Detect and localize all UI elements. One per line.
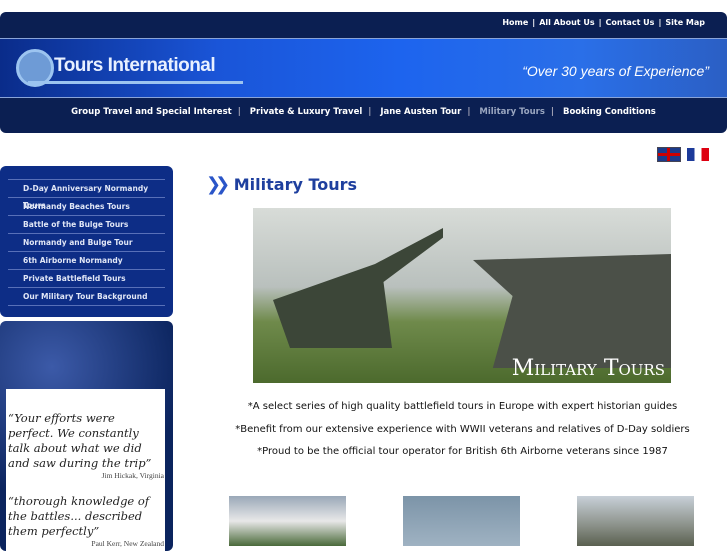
sidebar-item-private-battlefield[interactable]: Private Battlefield Tours <box>8 270 165 288</box>
testimonials-panel: “Your efforts were perfect. We constantl… <box>0 321 173 559</box>
sidebar-item-dday[interactable]: D-Day Anniversary Normandy Tours <box>8 180 165 210</box>
logo[interactable]: Tours International <box>16 49 243 87</box>
nav-booking-conditions[interactable]: Booking Conditions <box>563 107 656 117</box>
hero-caption: Military Tours <box>511 356 665 381</box>
hero-image: Military Tours <box>253 208 671 383</box>
sidebar-item-background[interactable]: Our Military Tour Background <box>8 288 165 306</box>
feature-list: *A select series of high quality battlef… <box>200 396 725 464</box>
feature-item: *A select series of high quality battlef… <box>247 401 678 412</box>
feature-item: *Benefit from our extensive experience w… <box>235 423 690 435</box>
logo-text: Tours International <box>54 55 216 76</box>
link-sitemap[interactable]: Site Map <box>665 18 705 27</box>
feature-item: *Proud to be the official tour operator … <box>257 446 668 457</box>
testimonials: “Your efforts were perfect. We constantl… <box>6 389 165 559</box>
uk-flag-icon[interactable] <box>657 147 681 162</box>
tank-image <box>473 254 671 368</box>
sidebar-item-normandy-bulge[interactable]: Normandy and Bulge Tour <box>8 234 165 252</box>
artillery-gun-image <box>273 228 443 348</box>
sidebar-item-6th-airborne[interactable]: 6th Airborne Normandy <box>8 252 165 270</box>
page-title-text: Military Tours <box>233 175 358 194</box>
tank-flag-thumbnail[interactable] <box>577 496 694 546</box>
nav-military-tours[interactable]: Military Tours <box>479 107 545 117</box>
quote-author: Paul Kerr, New Zealand <box>91 539 164 548</box>
paratroopers-thumbnail[interactable] <box>403 496 520 546</box>
cemetery-thumbnail[interactable] <box>229 496 346 546</box>
link-home[interactable]: Home <box>502 18 528 27</box>
slogan: “Over 30 years of Experience” <box>522 63 709 79</box>
link-contact[interactable]: Contact Us <box>606 18 655 27</box>
sidebar-menu: D-Day Anniversary Normandy Tours Normand… <box>0 166 173 317</box>
top-links: Home | All About Us | Contact Us | Site Map <box>502 18 705 27</box>
main-nav: Group Travel and Special Interest | Priva… <box>71 107 656 117</box>
nav-private-luxury[interactable]: Private & Luxury Travel <box>250 107 362 117</box>
language-selector <box>651 144 709 163</box>
banner: Tours International “Over 30 years of Ex… <box>0 38 727 98</box>
france-flag-icon[interactable] <box>687 148 709 161</box>
quote-text: “Your efforts were perfect. We constantl… <box>8 411 152 470</box>
quote-author: Jim Hickak, Virginia <box>101 471 164 480</box>
double-chevron-icon: ❯❯ <box>206 174 230 195</box>
page-title: ❯❯ Military Tours <box>206 174 357 195</box>
sidebar-item-bulge[interactable]: Battle of the Bulge Tours <box>8 216 165 234</box>
sidebar-item-normandy-beaches[interactable]: Normandy Beaches Tours <box>8 198 165 216</box>
nav-jane-austen[interactable]: Jane Austen Tour <box>380 107 461 117</box>
nav-group-travel[interactable]: Group Travel and Special Interest <box>71 107 232 117</box>
logo-arrow <box>28 81 243 84</box>
link-about[interactable]: All About Us <box>539 18 594 27</box>
header: Home | All About Us | Contact Us | Site Map To… <box>0 12 727 133</box>
quote-text: “thorough knowledge of the battles... de… <box>8 494 150 538</box>
